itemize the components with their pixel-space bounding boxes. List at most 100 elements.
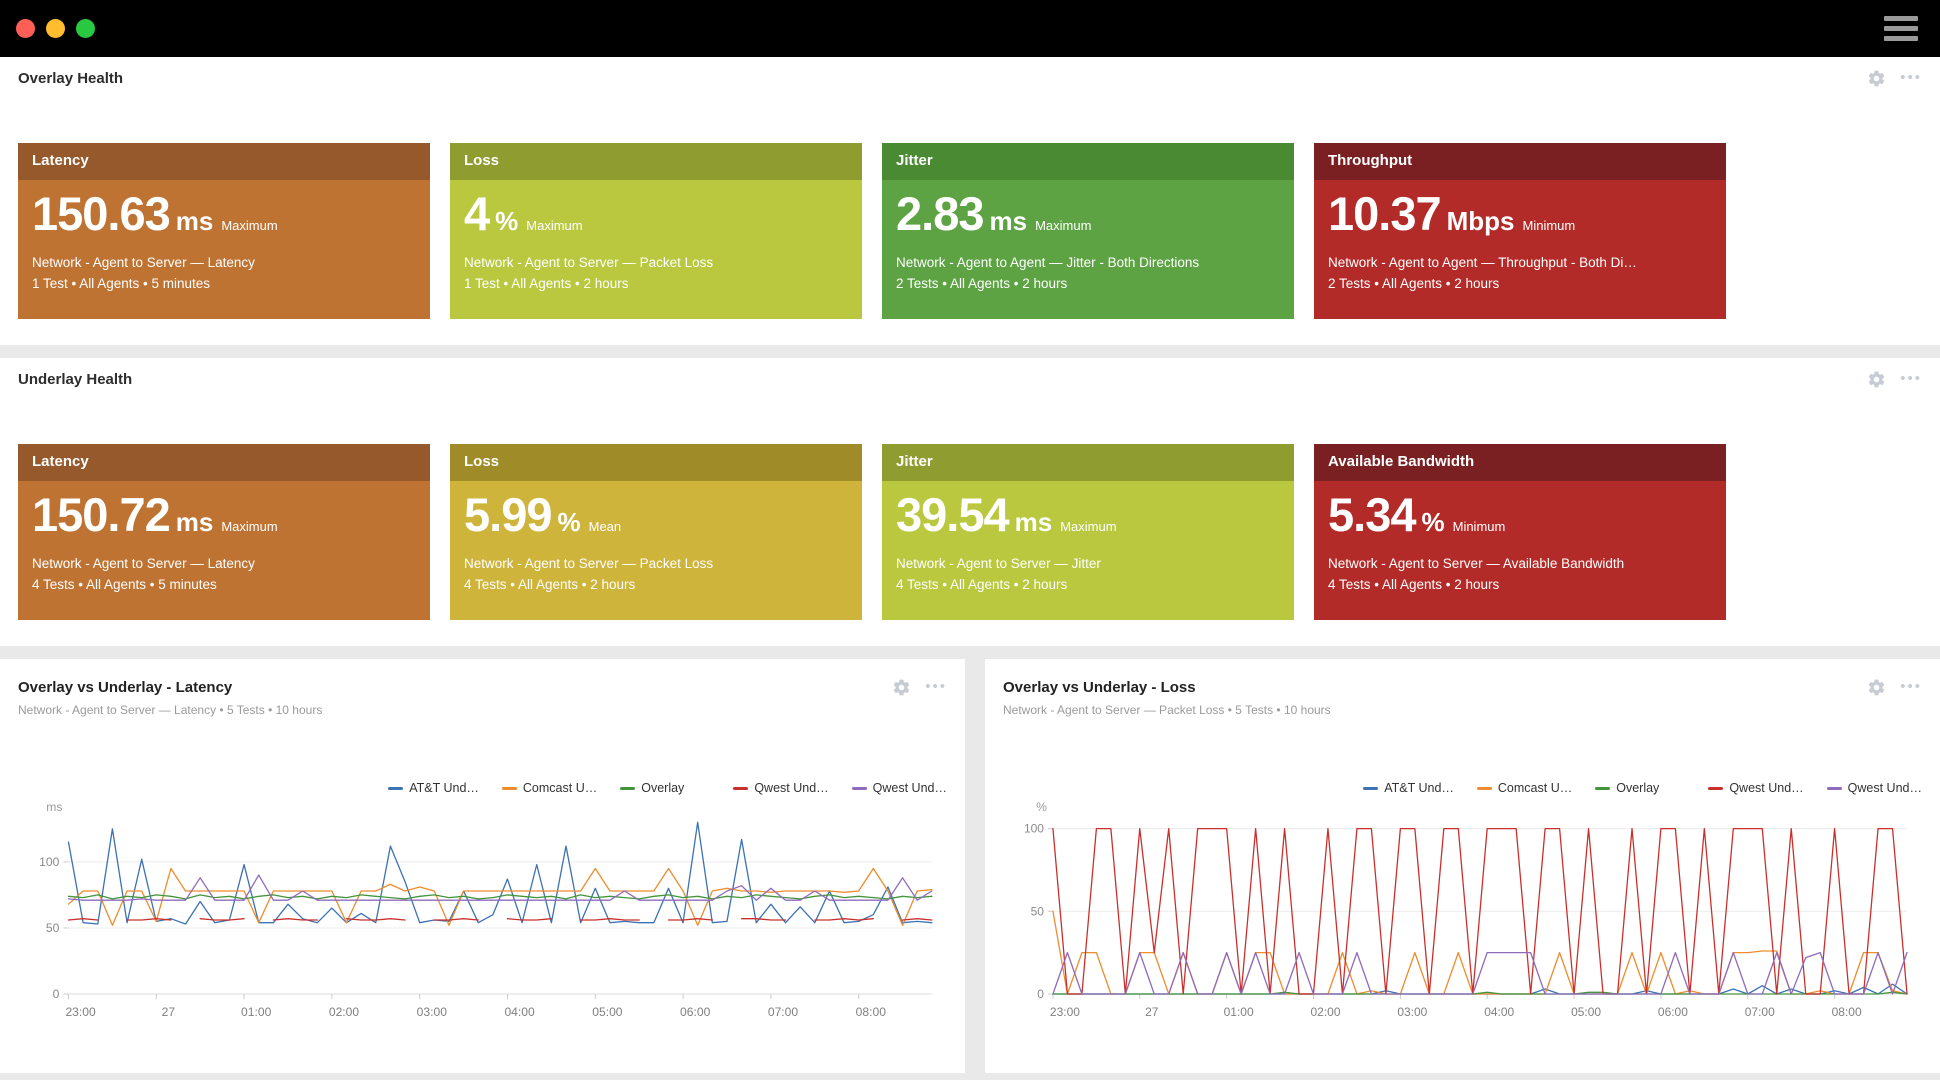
card-underlay-loss[interactable]: Loss 5.99% Mean Network - Agent to Server…	[450, 444, 862, 620]
legend-item[interactable]: Qwest Und…	[1826, 781, 1922, 795]
svg-text:100: 100	[39, 855, 59, 869]
legend-label: Overlay	[1616, 781, 1660, 795]
metric-description: Network - Agent to Server — Latency	[32, 255, 255, 270]
svg-text:ms: ms	[46, 800, 62, 814]
card-title: Latency	[18, 444, 430, 481]
svg-text:07:00: 07:00	[768, 1005, 799, 1019]
legend-color-dash	[1595, 786, 1611, 790]
loss-line-chart[interactable]: % 0 50 100 23:00 27 01:00 02:00 03:00 04:00 05:00 0…	[1003, 799, 1922, 1049]
metric-description: Network - Agent to Agent — Throughput - …	[1328, 255, 1637, 270]
svg-text:02:00: 02:00	[1311, 1005, 1341, 1019]
card-overlay-throughput[interactable]: Throughput 10.37 Mbps Minimum Network - Ag…	[1314, 143, 1726, 319]
legend-item[interactable]: AT&T Und…	[388, 781, 479, 795]
chart-legend: AT&T Und… Comcast U… Overlay Qwest Und… Qwes…	[1003, 779, 1922, 797]
legend-item[interactable]: Comcast U…	[501, 781, 597, 795]
legend-color-dash	[388, 786, 404, 790]
metric-qualifier: Maximum	[221, 519, 278, 534]
card-overlay-jitter[interactable]: Jitter 2.83 ms Maximum Network - Agent to …	[882, 143, 1294, 319]
svg-text:05:00: 05:00	[592, 1005, 623, 1019]
card-title: Jitter	[882, 444, 1294, 481]
gear-icon[interactable]	[892, 678, 911, 697]
metric-meta: 1 Test • All Agents • 5 minutes	[32, 275, 211, 291]
legend-item[interactable]: Comcast U…	[1476, 781, 1572, 795]
chart-title: Overlay vs Underlay - Latency	[18, 678, 233, 696]
svg-text:27: 27	[1145, 1005, 1159, 1019]
legend-color-dash	[1708, 786, 1724, 790]
legend-color-dash	[1826, 786, 1842, 790]
metric-unit: ms	[989, 206, 1028, 236]
svg-text:03:00: 03:00	[1397, 1005, 1427, 1019]
svg-text:100: 100	[1024, 822, 1044, 836]
legend-item[interactable]: Overlay	[620, 781, 684, 795]
svg-text:03:00: 03:00	[417, 1005, 448, 1019]
legend-item[interactable]: Qwest Und…	[851, 781, 947, 795]
gear-icon[interactable]	[1867, 370, 1886, 389]
section-title: Overlay Health	[18, 69, 124, 87]
svg-text:0: 0	[1037, 987, 1044, 1001]
metric-unit: ms	[175, 507, 214, 537]
metric-unit: %	[1421, 507, 1445, 537]
svg-text:23:00: 23:00	[1050, 1005, 1080, 1019]
card-overlay-loss[interactable]: Loss 4% Maximum Network - Agent to Server…	[450, 143, 862, 319]
metric-description: Network - Agent to Server — Jitter	[896, 556, 1101, 571]
legend-item[interactable]: Qwest Und…	[1708, 781, 1804, 795]
more-options-icon[interactable]: •••	[925, 679, 947, 694]
card-title: Jitter	[882, 143, 1294, 180]
metric-meta: 2 Tests • All Agents • 2 hours	[896, 275, 1068, 291]
metric-qualifier: Minimum	[1452, 519, 1506, 534]
metric-value: 10.37	[1328, 187, 1442, 240]
metric-value: 150.63	[32, 187, 171, 240]
gear-icon[interactable]	[1867, 678, 1886, 697]
more-options-icon[interactable]: •••	[1900, 70, 1922, 85]
hamburger-menu-icon[interactable]	[1884, 16, 1918, 41]
chart-title: Overlay vs Underlay - Loss	[1003, 678, 1196, 696]
close-window-icon[interactable]	[16, 19, 35, 38]
metric-value: 4	[464, 187, 490, 240]
minimize-window-icon[interactable]	[46, 19, 65, 38]
window-titlebar	[0, 0, 1940, 57]
card-underlay-latency[interactable]: Latency 150.72 ms Maximum Network - Agent …	[18, 444, 430, 620]
card-underlay-jitter[interactable]: Jitter 39.54 ms Maximum Network - Agent to…	[882, 444, 1294, 620]
metric-description: Network - Agent to Server — Available Ba…	[1328, 556, 1625, 571]
svg-text:04:00: 04:00	[504, 1005, 535, 1019]
metric-unit: %	[495, 206, 519, 236]
card-title: Throughput	[1314, 143, 1726, 180]
overlay-cards-row: Latency 150.63 ms Maximum Network - Agent …	[18, 143, 1922, 319]
svg-text:02:00: 02:00	[329, 1005, 360, 1019]
legend-label: Overlay	[641, 781, 685, 795]
underlay-health-section: Underlay Health ••• Latency 150.72 ms Maxi…	[0, 358, 1940, 646]
svg-text:06:00: 06:00	[680, 1005, 711, 1019]
chart-subtitle: Network - Agent to Server — Packet Loss …	[1003, 703, 1331, 717]
gear-icon[interactable]	[1867, 69, 1886, 88]
metric-value: 5.99	[464, 488, 552, 541]
card-overlay-latency[interactable]: Latency 150.63 ms Maximum Network - Agent …	[18, 143, 430, 319]
svg-text:07:00: 07:00	[1745, 1005, 1775, 1019]
card-title: Loss	[450, 143, 862, 180]
legend-color-dash	[1363, 786, 1379, 790]
legend-item[interactable]: AT&T Und…	[1363, 781, 1454, 795]
more-options-icon[interactable]: •••	[1900, 679, 1922, 694]
latency-line-chart[interactable]: ms 0 50 100 23:00 27 01:00 02:00 03:00 04:00 05:00…	[18, 799, 947, 1049]
metric-qualifier: Maximum	[526, 218, 583, 233]
card-underlay-bandwidth[interactable]: Available Bandwidth 5.34% Minimum Network…	[1314, 444, 1726, 620]
metric-meta: 4 Tests • All Agents • 2 hours	[464, 576, 636, 592]
svg-text:50: 50	[1031, 904, 1045, 918]
metric-description: Network - Agent to Server — Latency	[32, 556, 255, 571]
metric-qualifier: Maximum	[1035, 218, 1092, 233]
maximize-window-icon[interactable]	[76, 19, 95, 38]
legend-color-dash	[733, 786, 749, 790]
legend-item[interactable]: Qwest Und…	[733, 781, 829, 795]
metric-qualifier: Maximum	[1060, 519, 1117, 534]
metric-description: Network - Agent to Agent — Jitter - Both…	[896, 255, 1200, 270]
metric-unit: ms	[1014, 507, 1053, 537]
more-options-icon[interactable]: •••	[1900, 371, 1922, 386]
metric-value: 150.72	[32, 488, 171, 541]
metric-description: Network - Agent to Server — Packet Loss	[464, 255, 714, 270]
svg-text:01:00: 01:00	[1224, 1005, 1254, 1019]
metric-value: 2.83	[896, 187, 984, 240]
traffic-lights	[16, 19, 95, 38]
section-title: Underlay Health	[18, 370, 133, 388]
metric-unit: Mbps	[1446, 206, 1515, 236]
legend-color-dash	[501, 786, 517, 790]
legend-item[interactable]: Overlay	[1595, 781, 1659, 795]
